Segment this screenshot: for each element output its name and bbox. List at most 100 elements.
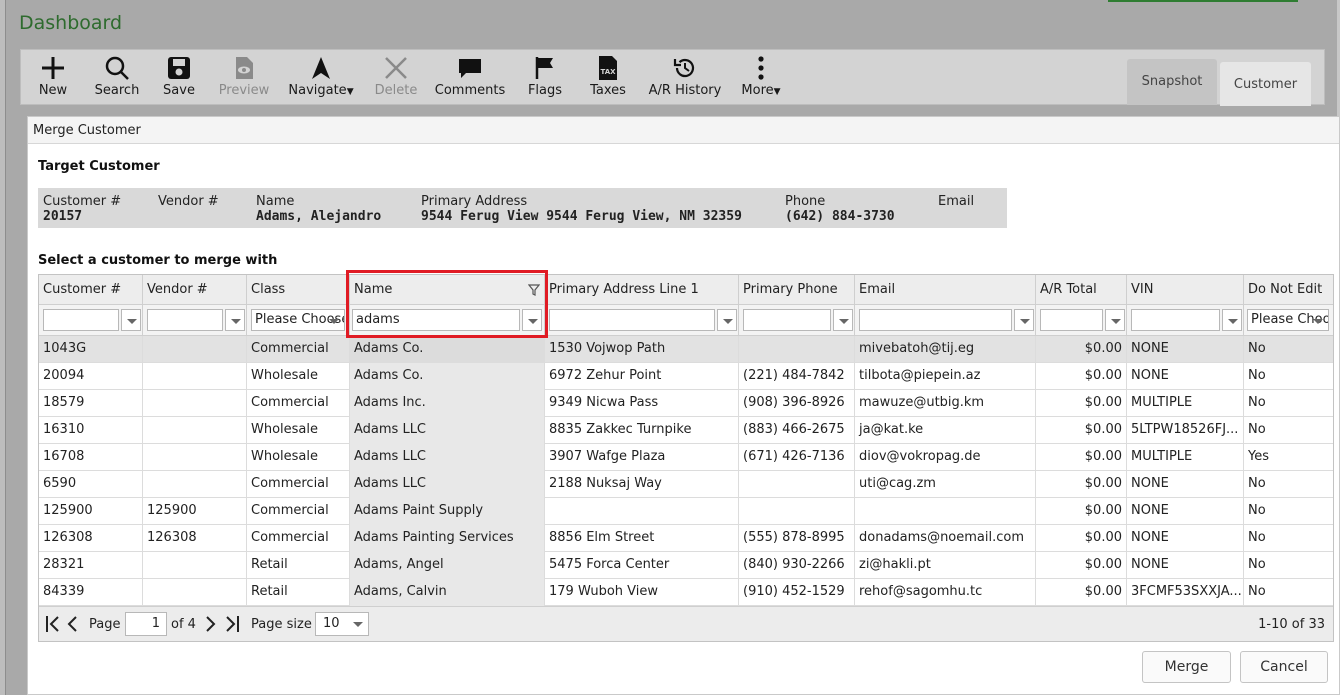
cell-vin: NONE <box>1127 471 1244 498</box>
do-not-edit-filter-select[interactable]: Please Choose <box>1247 309 1329 331</box>
table-row[interactable]: 126308 126308 Commercial Adams Painting Ser… <box>39 525 1333 552</box>
table-row[interactable]: 28321 Retail Adams, Angel 5475 Forca Center… <box>39 552 1333 579</box>
column-header-class[interactable]: Class <box>247 275 350 305</box>
cell-email: uti@cag.zm <box>855 471 1036 498</box>
delete-button[interactable]: Delete <box>369 50 423 104</box>
page-label: Page <box>89 617 121 632</box>
page-count: of 4 <box>171 617 196 632</box>
pager: Page 1 of 4 Page size 10 1-10 of 33 <box>39 606 1333 641</box>
cell-phone <box>739 471 855 498</box>
table-row[interactable]: 20094 Wholesale Adams Co. 6972 Zehur Point(… <box>39 363 1333 390</box>
cell-ar: $0.00 <box>1036 525 1127 552</box>
cancel-button[interactable]: Cancel <box>1240 651 1328 683</box>
cell-class: Commercial <box>247 390 350 417</box>
cell-phone: (671) 426-7136 <box>739 444 855 471</box>
cell-vin: NONE <box>1127 498 1244 525</box>
navigate-button[interactable]: Navigate▼ <box>285 50 357 104</box>
cell-name: Adams Inc. <box>350 390 545 417</box>
column-header-do-not-edit[interactable]: Do Not Edit <box>1244 275 1333 305</box>
cell-address: 6972 Zehur Point <box>545 363 739 390</box>
search-button[interactable]: Search <box>89 50 145 104</box>
customer-grid: Customer # Vendor # Class Name Primary A… <box>38 274 1334 642</box>
cell-customer: 16708 <box>39 444 143 471</box>
ar-history-button[interactable]: A/R History <box>645 50 725 104</box>
cell-email: diov@vokropag.de <box>855 444 1036 471</box>
save-button[interactable]: Save <box>157 50 201 104</box>
table-row[interactable]: 18579 Commercial Adams Inc. 9349 Nicwa Pass… <box>39 390 1333 417</box>
column-header-email[interactable]: Email <box>855 275 1036 305</box>
email-filter-input[interactable] <box>859 309 1012 331</box>
table-row[interactable]: 16708 Wholesale Adams LLC 3907 Wafge Plaza(… <box>39 444 1333 471</box>
ar-total-filter-operator[interactable] <box>1105 309 1125 331</box>
customer-filter-input[interactable] <box>43 309 119 331</box>
phone-filter-operator[interactable] <box>833 309 853 331</box>
cell-ar: $0.00 <box>1036 498 1127 525</box>
cell-dne: No <box>1248 530 1266 545</box>
filter-cell-ar-total <box>1036 305 1127 336</box>
cell-dne: No <box>1248 368 1266 383</box>
class-filter-select[interactable]: Please Choose <box>251 309 345 331</box>
taxes-button[interactable]: TAX Taxes <box>584 50 632 104</box>
cell-class: Retail <box>247 579 350 606</box>
merge-button[interactable]: Merge <box>1142 651 1231 683</box>
column-header-vin[interactable]: VIN <box>1127 275 1244 305</box>
address-filter-input[interactable] <box>549 309 715 331</box>
target-address: Primary Address 9544 Ferug View 9544 Fer… <box>421 194 742 224</box>
flags-button[interactable]: Flags <box>523 50 567 104</box>
cell-vin: NONE <box>1127 336 1244 363</box>
vin-filter-input[interactable] <box>1131 309 1220 331</box>
cell-name: Adams Painting Services <box>350 525 545 552</box>
target-customer-panel: Customer # 20157 Vendor # Name Adams, Al… <box>38 188 1007 228</box>
customer-filter-operator[interactable] <box>121 309 141 331</box>
cell-class: Retail <box>247 552 350 579</box>
cell-customer: 84339 <box>39 579 143 606</box>
column-header-customer[interactable]: Customer # <box>39 275 143 305</box>
comments-button[interactable]: Comments <box>433 50 507 104</box>
cell-phone: (883) 466-2675 <box>739 417 855 444</box>
cell-customer: 16310 <box>39 417 143 444</box>
email-filter-operator[interactable] <box>1014 309 1034 331</box>
preview-button[interactable]: Preview <box>214 50 274 104</box>
target-customer-heading: Target Customer <box>38 159 160 174</box>
column-header-vendor[interactable]: Vendor # <box>143 275 247 305</box>
cell-class: Wholesale <box>247 363 350 390</box>
more-button[interactable]: More▼ <box>737 50 785 104</box>
table-row[interactable]: 6590 Commercial Adams LLC 2188 Nuksaj Way ut… <box>39 471 1333 498</box>
vin-filter-operator[interactable] <box>1222 309 1242 331</box>
page-number-input[interactable]: 1 <box>125 612 167 636</box>
filter-cell-email <box>855 305 1036 336</box>
next-page-icon[interactable] <box>205 615 217 633</box>
vendor-filter-input[interactable] <box>147 309 223 331</box>
last-page-icon[interactable] <box>224 615 240 633</box>
cell-dne: Yes <box>1248 449 1269 464</box>
column-header-ar-total[interactable]: A/R Total <box>1036 275 1127 305</box>
cell-address: 5475 Forca Center <box>545 552 739 579</box>
cell-ar: $0.00 <box>1036 390 1127 417</box>
cell-vin: 5LTPW18526FJ... <box>1127 417 1244 444</box>
vendor-filter-operator[interactable] <box>225 309 245 331</box>
cell-email <box>855 498 1036 525</box>
column-header-address[interactable]: Primary Address Line 1 <box>545 275 739 305</box>
table-row[interactable]: 1043G Commercial Adams Co. 1530 Vojwop Path… <box>39 336 1333 363</box>
table-row[interactable]: 16310 Wholesale Adams LLC 8835 Zakkec Turnp… <box>39 417 1333 444</box>
cell-address <box>545 498 739 525</box>
preview-icon <box>236 57 253 79</box>
cell-customer: 6590 <box>39 471 143 498</box>
cell-phone: (908) 396-8926 <box>739 390 855 417</box>
phone-filter-input[interactable] <box>743 309 831 331</box>
tab-snapshot[interactable]: Snapshot <box>1127 59 1217 105</box>
cell-class: Commercial <box>247 525 350 552</box>
previous-page-icon[interactable] <box>66 615 78 633</box>
tab-customer[interactable]: Customer <box>1220 62 1311 106</box>
page-size-select[interactable]: 10 <box>315 612 369 636</box>
table-row[interactable]: 125900 125900 Commercial Adams Paint Supply… <box>39 498 1333 525</box>
history-icon <box>673 58 695 78</box>
first-page-icon[interactable] <box>45 615 61 633</box>
address-filter-operator[interactable] <box>717 309 737 331</box>
ar-total-filter-input[interactable] <box>1040 309 1103 331</box>
new-button[interactable]: New <box>31 50 75 104</box>
cell-class: Commercial <box>247 471 350 498</box>
column-header-phone[interactable]: Primary Phone <box>739 275 855 305</box>
cell-class: Commercial <box>247 336 350 363</box>
table-row[interactable]: 84339 Retail Adams, Calvin 179 Wuboh View (9… <box>39 579 1333 606</box>
